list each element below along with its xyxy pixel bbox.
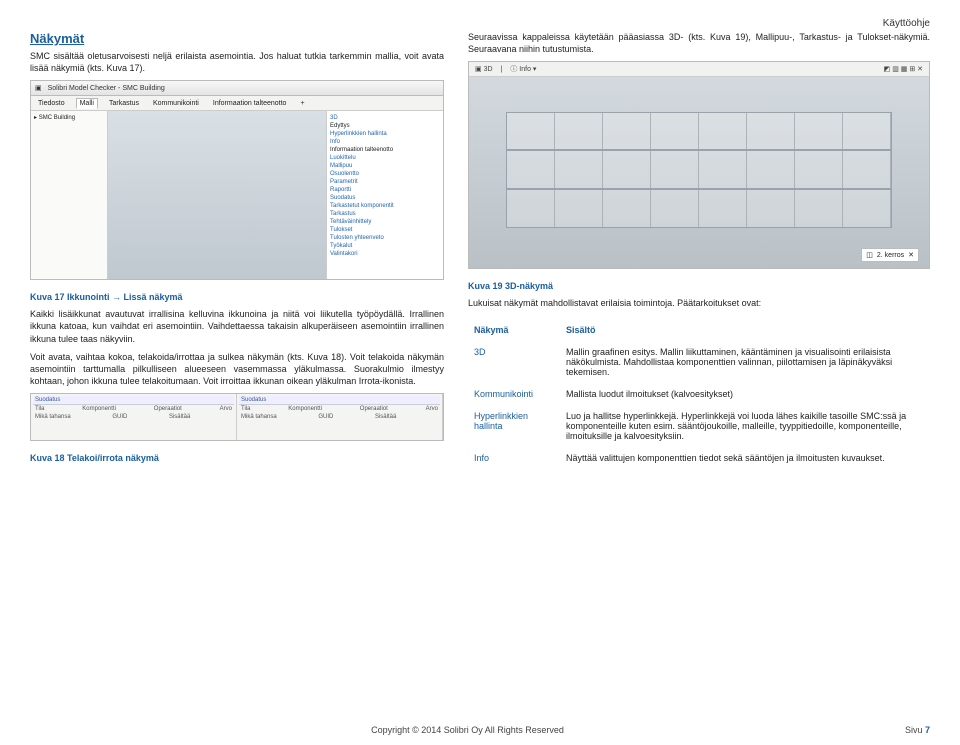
col: Komponentti bbox=[82, 406, 116, 412]
doc-type-label: Käyttöohje bbox=[30, 18, 930, 29]
side-item[interactable]: Osuolentto bbox=[330, 170, 440, 178]
tab-kommunikointi[interactable]: Kommunikointi bbox=[150, 99, 202, 108]
row-key-komm: Kommunikointi bbox=[468, 383, 560, 405]
side-item[interactable]: Tarkastetut komponentit bbox=[330, 202, 440, 210]
tab-malli[interactable]: Malli bbox=[76, 98, 98, 109]
side-item[interactable]: Edyttys bbox=[330, 122, 440, 130]
side-3d[interactable]: 3D bbox=[330, 114, 440, 122]
cell: Mikä tahansa bbox=[241, 414, 277, 420]
side-item[interactable]: Tarkastus bbox=[330, 210, 440, 218]
side-item[interactable]: Työkalut bbox=[330, 242, 440, 250]
fig17-tree: ▸ SMC Building bbox=[31, 111, 108, 280]
window-icon: ▣ bbox=[35, 84, 42, 92]
side-item[interactable]: Info bbox=[330, 138, 440, 146]
views-table: Näkymä Sisältö 3D Mallin graafinen esity… bbox=[468, 319, 930, 469]
building-graphic bbox=[506, 112, 892, 230]
fig19-info-label[interactable]: ⓘ Info ▾ bbox=[510, 64, 536, 74]
fig19-3d-viewport[interactable]: ◫ 2. kerros ✕ bbox=[469, 77, 929, 268]
caption-fig17: Kuva 17 Ikkunointi → Lissä näkymä bbox=[30, 292, 444, 302]
row-val-komm: Mallista luodut ilmoitukset (kalvoesityk… bbox=[560, 383, 930, 405]
side-item[interactable]: Tehtäväinhittely bbox=[330, 218, 440, 226]
fig18-left-title: Suodatus bbox=[35, 397, 60, 403]
row-val-hyper: Luo ja hallitse hyperlinkkejä. Hyperlink… bbox=[560, 405, 930, 447]
footer-page: Sivu 7 bbox=[905, 725, 930, 735]
side-item[interactable]: Tulosten yhteenveto bbox=[330, 234, 440, 242]
para-left-2: Kaikki lisäikkunat avautuvat irrallisina… bbox=[30, 308, 444, 344]
floor-tag[interactable]: ◫ 2. kerros ✕ bbox=[861, 248, 919, 262]
cell: GUID bbox=[112, 414, 127, 420]
th-nakymat: Näkymä bbox=[468, 319, 560, 341]
col: Arvo bbox=[220, 406, 232, 412]
para-right-1: Seuraavissa kappaleissa käytetään pääasi… bbox=[468, 31, 930, 55]
para-left-3: Voit avata, vaihtaa kokoa, telakoida/irr… bbox=[30, 351, 444, 387]
side-item[interactable]: Parametrit bbox=[330, 178, 440, 186]
caption-fig18: Kuva 18 Telakoi/irrota näkymä bbox=[30, 453, 444, 463]
col: Arvo bbox=[426, 406, 438, 412]
side-item[interactable]: Mallipuu bbox=[330, 162, 440, 170]
col: Tila bbox=[241, 406, 250, 412]
th-sisalto: Sisältö bbox=[560, 319, 930, 341]
para-right-2: Lukuisat näkymät mahdollistavat erilaisi… bbox=[468, 297, 930, 309]
col: Operaatiot bbox=[360, 406, 388, 412]
cell: GUID bbox=[318, 414, 333, 420]
fig19-3d-label[interactable]: ▣ 3D bbox=[475, 65, 493, 73]
side-item[interactable]: Valintakori bbox=[330, 250, 440, 258]
window-title: Solibri Model Checker - SMC Building bbox=[48, 85, 165, 92]
cell: Sisältää bbox=[375, 414, 396, 420]
tab-tarkastus[interactable]: Tarkastus bbox=[106, 99, 142, 108]
tree-root[interactable]: SMC Building bbox=[39, 115, 75, 121]
row-val-3d: Mallin graafinen esitys. Mallin liikutta… bbox=[560, 341, 930, 383]
side-item[interactable]: Hyperlinkkien hallinta bbox=[330, 130, 440, 138]
cell: Mikä tahansa bbox=[35, 414, 71, 420]
fig17-3d-viewport[interactable] bbox=[108, 111, 326, 280]
cell: Sisältää bbox=[169, 414, 190, 420]
col: Tila bbox=[35, 406, 44, 412]
tab-plus[interactable]: + bbox=[297, 99, 307, 108]
para-left-1: SMC sisältää oletusarvoisesti neljä eril… bbox=[30, 50, 444, 74]
figure-17: ▣ Solibri Model Checker - SMC Building T… bbox=[30, 80, 444, 280]
figure-19: ▣ 3D | ⓘ Info ▾ ◩ ▥ ▦ ⊞ ✕ ◫ 2. kerros ✕ bbox=[468, 61, 930, 269]
fig18-right-title: Suodatus bbox=[241, 397, 266, 403]
col: Komponentti bbox=[288, 406, 322, 412]
toolbar-icons[interactable]: ◩ ▥ ▦ ⊞ ✕ bbox=[884, 65, 923, 73]
cube-icon: ◫ bbox=[866, 251, 873, 259]
caption-fig19: Kuva 19 3D-näkymä bbox=[468, 281, 930, 291]
side-item[interactable]: Informaation talteenotto bbox=[330, 146, 440, 154]
side-item[interactable]: Raportti bbox=[330, 186, 440, 194]
figure-18: Suodatus Tila Komponentti Operaatiot Arv… bbox=[30, 393, 444, 441]
tab-tiedosto[interactable]: Tiedosto bbox=[35, 99, 68, 108]
row-key-hyper: Hyperlinkkien hallinta bbox=[468, 405, 560, 447]
side-item[interactable]: Suodatus bbox=[330, 194, 440, 202]
fig17-side-list: 3D Edyttys Hyperlinkkien hallinta Info I… bbox=[326, 111, 443, 280]
side-item[interactable]: Luokittelu bbox=[330, 154, 440, 162]
close-icon[interactable]: ✕ bbox=[908, 251, 914, 259]
footer-copyright: Copyright © 2014 Solibri Oy All Rights R… bbox=[371, 725, 564, 735]
tab-info-talteenotto[interactable]: Informaation talteenotto bbox=[210, 99, 290, 108]
row-val-info: Näyttää valittujen komponenttien tiedot … bbox=[560, 447, 930, 469]
row-key-3d: 3D bbox=[468, 341, 560, 383]
row-key-info: Info bbox=[468, 447, 560, 469]
section-title-nakymat: Näkymät bbox=[30, 31, 444, 46]
col: Operaatiot bbox=[154, 406, 182, 412]
floor-tag-label: 2. kerros bbox=[877, 252, 904, 259]
fig17-tabs: Tiedosto Malli Tarkastus Kommunikointi I… bbox=[31, 96, 443, 111]
side-item[interactable]: Tulokset bbox=[330, 226, 440, 234]
